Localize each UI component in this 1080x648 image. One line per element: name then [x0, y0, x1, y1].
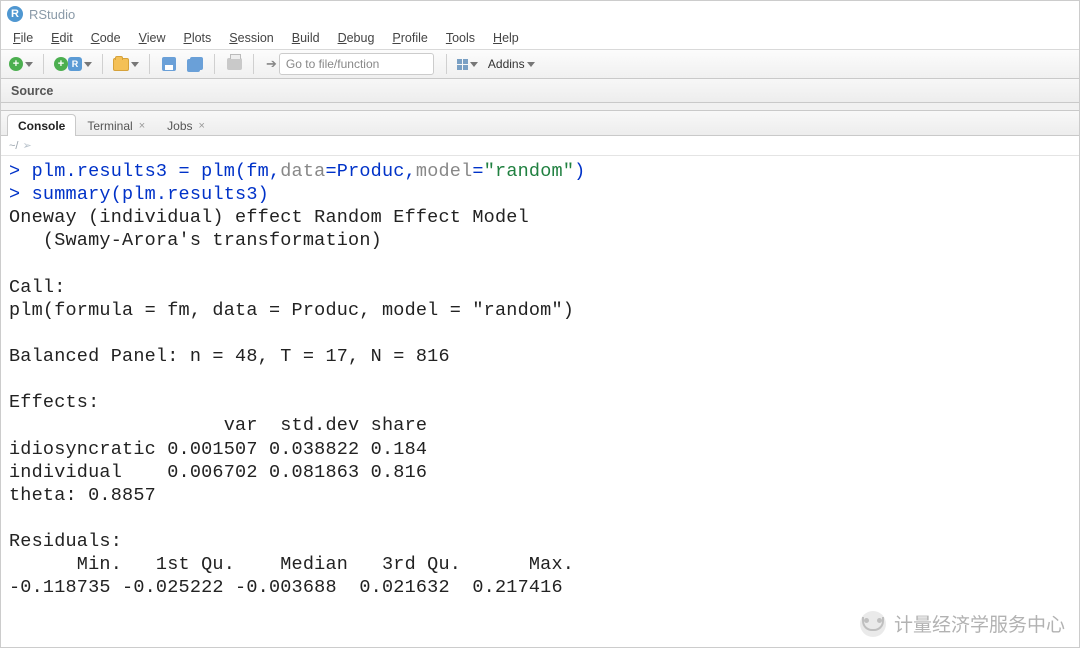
tab-terminal[interactable]: Terminal ×: [76, 114, 156, 136]
menu-build[interactable]: Build: [284, 29, 328, 47]
separator: [43, 54, 44, 74]
save-icon: [162, 57, 176, 71]
goto-arrow-icon: ➔: [266, 56, 277, 72]
folder-open-icon: [113, 58, 129, 71]
goto-input[interactable]: Go to file/function: [279, 53, 434, 75]
source-pane-header: Source: [1, 79, 1079, 103]
separator: [253, 54, 254, 74]
close-icon[interactable]: ×: [139, 120, 145, 132]
menubar: File Edit Code View Plots Session Build …: [1, 27, 1079, 49]
source-pane-label: Source: [11, 84, 53, 98]
tab-terminal-label: Terminal: [87, 119, 132, 133]
menu-code[interactable]: Code: [83, 29, 129, 47]
goto-placeholder: Go to file/function: [286, 57, 379, 71]
separator: [446, 54, 447, 74]
new-project-button[interactable]: + R: [52, 53, 94, 75]
console-cmd1-a: plm.results3 = plm(fm,: [32, 161, 281, 182]
console-cmd1-d: model: [416, 161, 473, 182]
menu-tools[interactable]: Tools: [438, 29, 483, 47]
menu-debug[interactable]: Debug: [330, 29, 383, 47]
printer-icon: [227, 58, 242, 70]
plus-icon: +: [54, 57, 68, 71]
tab-console-label: Console: [18, 119, 65, 133]
console-subbar: ~/ ➢: [1, 136, 1079, 156]
save-all-icon: [187, 57, 204, 72]
console-output-text: Oneway (individual) effect Random Effect…: [9, 207, 585, 598]
addins-label: Addins: [488, 57, 525, 71]
menu-edit[interactable]: Edit: [43, 29, 81, 47]
chevron-down-icon: [84, 62, 92, 67]
console-output[interactable]: > plm.results3 = plm(fm,data=Produc,mode…: [1, 156, 1079, 603]
addins-button[interactable]: Addins: [484, 53, 539, 75]
tab-console[interactable]: Console: [7, 114, 76, 136]
menu-file[interactable]: File: [5, 29, 41, 47]
console-tabstrip: Console Terminal × Jobs ×: [1, 111, 1079, 136]
rstudio-logo-icon: R: [7, 6, 23, 22]
chevron-down-icon: [527, 62, 535, 67]
console-cmd1-g: ): [574, 161, 585, 182]
console-cmd2: summary(plm.results3): [32, 184, 269, 205]
window-title: RStudio: [29, 7, 75, 22]
print-button[interactable]: [223, 53, 245, 75]
separator: [102, 54, 103, 74]
watermark: 计量经济学服务中心: [860, 610, 1065, 637]
pane-layout-button[interactable]: [455, 53, 480, 75]
console-path: ~/: [9, 140, 18, 152]
grid-icon: [457, 59, 468, 70]
prompt: >: [9, 161, 32, 182]
plus-icon: +: [9, 57, 23, 71]
wechat-icon: [860, 611, 886, 637]
toolbar: + + R ➔ Go to file/function Addins: [1, 49, 1079, 79]
titlebar: R RStudio: [1, 1, 1079, 27]
chevron-down-icon: [131, 62, 139, 67]
console-send-icon[interactable]: ➢: [22, 139, 31, 152]
tab-jobs-label: Jobs: [167, 119, 192, 133]
menu-view[interactable]: View: [131, 29, 174, 47]
open-file-button[interactable]: [111, 53, 141, 75]
save-all-button[interactable]: [184, 53, 206, 75]
tab-jobs[interactable]: Jobs ×: [156, 114, 216, 136]
close-icon[interactable]: ×: [199, 120, 205, 132]
menu-profile[interactable]: Profile: [384, 29, 435, 47]
menu-plots[interactable]: Plots: [175, 29, 219, 47]
save-button[interactable]: [158, 53, 180, 75]
menu-help[interactable]: Help: [485, 29, 527, 47]
goto-file-function[interactable]: ➔ Go to file/function: [262, 53, 438, 75]
pane-gap: [1, 103, 1079, 111]
console-cmd1-f: "random": [484, 161, 574, 182]
rproject-icon: R: [68, 57, 82, 71]
separator: [149, 54, 150, 74]
menu-session[interactable]: Session: [221, 29, 281, 47]
console-cmd1-b: data: [280, 161, 325, 182]
new-file-button[interactable]: +: [7, 53, 35, 75]
console-cmd1-e: =: [472, 161, 483, 182]
prompt: >: [9, 184, 32, 205]
chevron-down-icon: [470, 62, 478, 67]
chevron-down-icon: [25, 62, 33, 67]
separator: [214, 54, 215, 74]
watermark-text: 计量经济学服务中心: [894, 610, 1065, 637]
console-cmd1-c: =Produc,: [325, 161, 415, 182]
